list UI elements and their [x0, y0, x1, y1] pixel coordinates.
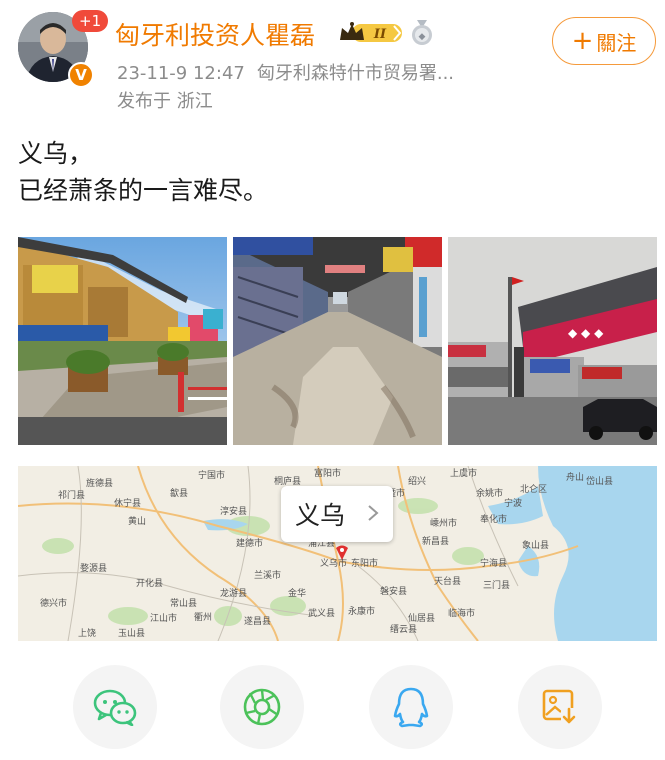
post-time: 23-11-9 12:47: [117, 63, 245, 84]
svg-text:缙云县: 缙云县: [390, 623, 417, 635]
post-source[interactable]: 匈牙利森特什市贸易署...: [257, 63, 454, 84]
save-image-icon: [542, 689, 577, 724]
svg-text:黄山: 黄山: [128, 515, 146, 527]
svg-text:歙县: 歙县: [170, 487, 188, 499]
svg-text:◆ ◆ ◆: ◆ ◆ ◆: [568, 326, 604, 340]
publish-location: 发布于 浙江: [117, 91, 213, 112]
notification-badge: +1: [72, 10, 109, 32]
svg-text:建德市: 建德市: [236, 537, 263, 549]
svg-text:常山县: 常山县: [170, 597, 197, 609]
svg-text:奉化市: 奉化市: [480, 513, 507, 525]
svg-text:宁波: 宁波: [504, 497, 522, 509]
svg-text:永康市: 永康市: [348, 605, 375, 617]
svg-text:义乌市: 义乌市: [320, 557, 347, 569]
svg-text:旌德县: 旌德县: [86, 477, 113, 489]
svg-text:玉山县: 玉山县: [118, 628, 145, 639]
svg-text:休宁县: 休宁县: [114, 497, 141, 509]
follow-button[interactable]: + 關注: [552, 17, 656, 65]
svg-text:淳安县: 淳安县: [220, 505, 247, 517]
svg-text:上饶: 上饶: [78, 627, 96, 639]
svg-text:嵊州市: 嵊州市: [430, 517, 457, 529]
wechat-icon: [93, 689, 137, 726]
medal-icon[interactable]: ◆: [410, 20, 434, 46]
post-text-line: 义乌，: [18, 139, 94, 168]
svg-text:衢州: 衢州: [194, 611, 212, 623]
svg-text:东阳市: 东阳市: [351, 557, 378, 569]
svg-text:宁国市: 宁国市: [198, 469, 225, 481]
share-qq-button[interactable]: [369, 665, 453, 749]
svg-text:江山市: 江山市: [150, 612, 177, 624]
author-avatar-area[interactable]: +1 V: [18, 10, 109, 88]
crown-level-icon[interactable]: II: [338, 20, 404, 46]
follow-label: 關注: [596, 30, 637, 55]
svg-text:象山县: 象山县: [522, 539, 549, 551]
post-photo-market-corridor[interactable]: [233, 237, 442, 445]
svg-text:开化县: 开化县: [136, 577, 163, 589]
post-text: 义乌， 已经萧条的一言难尽。: [18, 135, 268, 209]
chevron-right-icon: [368, 505, 379, 521]
plus-icon: +: [571, 26, 594, 56]
svg-text:新昌县: 新昌县: [422, 535, 449, 547]
svg-text:上虞市: 上虞市: [450, 467, 477, 479]
qq-icon: [393, 687, 429, 728]
moments-icon: [243, 688, 281, 726]
level-badge-text: II: [373, 27, 387, 42]
svg-text:磐安县: 磐安县: [380, 585, 407, 597]
svg-text:三门县: 三门县: [483, 579, 510, 591]
svg-text:◆: ◆: [419, 32, 426, 42]
svg-text:余姚市: 余姚市: [476, 487, 503, 499]
post-photo-market-exterior[interactable]: [18, 237, 227, 445]
post-photo-market-gate[interactable]: ◆ ◆ ◆: [448, 237, 657, 445]
svg-text:遂昌县: 遂昌县: [244, 615, 271, 627]
svg-text:婺源县: 婺源县: [80, 563, 107, 574]
svg-text:武义县: 武义县: [308, 607, 335, 619]
save-image-button[interactable]: [518, 665, 602, 749]
share-moments-button[interactable]: [220, 665, 304, 749]
svg-text:绍兴: 绍兴: [408, 475, 426, 487]
svg-text:金华: 金华: [288, 587, 306, 599]
map-location-name: 义乌: [295, 501, 346, 530]
verified-icon: V: [68, 62, 94, 88]
svg-text:临海市: 临海市: [448, 607, 475, 619]
svg-text:富阳市: 富阳市: [314, 467, 341, 479]
svg-text:兰溪市: 兰溪市: [254, 569, 281, 581]
svg-text:天台县: 天台县: [434, 575, 461, 587]
svg-text:舟山: 舟山: [566, 471, 584, 483]
post-text-line: 已经萧条的一言难尽。: [18, 176, 269, 205]
svg-text:德兴市: 德兴市: [40, 597, 67, 609]
svg-text:北仑区: 北仑区: [520, 483, 547, 495]
post-meta: 23-11-9 12:47 匈牙利森特什市贸易署...: [117, 59, 454, 85]
svg-text:祁门县: 祁门县: [58, 489, 85, 501]
svg-text:岱山县: 岱山县: [586, 475, 613, 487]
svg-text:宁海县: 宁海县: [480, 557, 507, 569]
svg-text:龙游县: 龙游县: [220, 587, 247, 599]
share-wechat-button[interactable]: [73, 665, 157, 749]
map-location-card[interactable]: 义乌: [281, 486, 393, 542]
svg-text:仙居县: 仙居县: [408, 612, 435, 624]
author-name[interactable]: 匈牙利投资人瞿磊: [115, 16, 315, 52]
